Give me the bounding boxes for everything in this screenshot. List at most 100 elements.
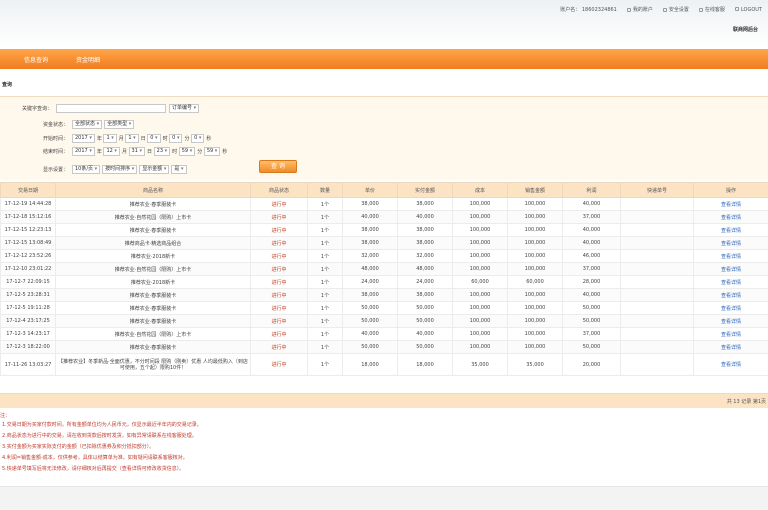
cell-price-text: 38,000 [361,292,379,298]
table-row[interactable]: 17-12-15 13:08:49 推荐商品卡·精选商品组合 进行中 1个 38,000… [0,236,768,250]
cell-action[interactable]: 查看详情 [693,288,768,302]
table-row[interactable]: 17-12-5 23:28:31 推荐农业·春季服装卡 进行中 1个 38,000 38,… [0,288,768,302]
col-qty[interactable]: 数量 [307,182,343,198]
start-month-select[interactable]: 1 [103,134,117,143]
cell-cost-text: 100,000 [469,266,491,272]
col-product[interactable]: 商品名称 [55,182,251,198]
cell-action[interactable]: 查看详情 [693,340,768,354]
table-row[interactable]: 17-12-7 22:09:15 推荐农业·2018新卡 进行中 1个 24,000 24… [0,275,768,289]
cell-action[interactable]: 查看详情 [693,301,768,315]
cell-action-text[interactable]: 查看详情 [721,319,741,325]
cell-status: 进行中 [250,210,308,224]
cell-action-text[interactable]: 查看详情 [721,332,741,338]
cell-action-text[interactable]: 查看详情 [721,228,741,234]
cell-action-text[interactable]: 查看详情 [721,306,741,312]
logout-link[interactable]: LOGOUT [734,7,762,13]
col-status[interactable]: 商品状态 [250,182,308,198]
end-day-select[interactable]: 31 [128,147,146,156]
end-year-select[interactable]: 2017 [72,147,95,156]
cell-action-text[interactable]: 查看详情 [721,202,741,208]
cell-date-text: 17-12-15 12:23:13 [4,227,52,233]
table-row[interactable]: 17-12-19 14:44:28 推荐农业·春季服装卡 进行中 1个 38,000 38… [0,197,768,211]
cell-price-text: 48,000 [361,266,379,272]
col-profit[interactable]: 利润 [562,182,621,198]
my-account-link[interactable]: 我的账户 [626,6,653,13]
status-select[interactable]: 全部状态 [72,120,103,129]
table-row[interactable]: 17-12-3 18:22:00 推荐农业·春季服装卡 进行中 1个 50,000 50,… [0,340,768,354]
table-row[interactable]: 17-12-15 12:23:13 推荐农业·春季服装卡 进行中 1个 38,000 38… [0,223,768,237]
col-paid[interactable]: 实付金额 [397,182,453,198]
cell-action[interactable]: 查看详情 [693,275,768,289]
cell-qty-text: 1个 [320,344,330,351]
cell-profit-text: 40,000 [582,240,601,246]
col-sales[interactable]: 销售金额 [507,182,563,198]
cell-action-text[interactable]: 查看详情 [721,241,741,247]
nav-item-funds[interactable]: 资金明细 [76,55,100,64]
table-row[interactable]: 17-12-18 15:12:16 推荐农业·自然花园（限购）上市卡 进行中 1个 40… [0,210,768,224]
cell-action-text[interactable]: 查看详情 [721,254,741,260]
cell-product-text: 推荐农业·2018新卡 [130,253,176,260]
cell-action[interactable]: 查看详情 [693,262,768,276]
cell-action-text[interactable]: 查看详情 [721,293,741,299]
unit-day: 日 [147,149,153,155]
col-price[interactable]: 单价 [342,182,398,198]
cell-action[interactable]: 查看详情 [693,210,768,224]
end-month-select[interactable]: 12 [103,147,120,156]
cell-price-text: 38,000 [361,201,379,207]
page-size-select[interactable]: 10条/页 [72,165,101,174]
cell-paid: 40,000 [397,327,453,341]
table-row[interactable]: 17-12-5 19:11:28 推荐农业·春季服装卡 进行中 1个 50,000 50,… [0,301,768,315]
table-row[interactable]: 17-12-3 14:23:17 推荐农业·自然花园（限购）上市卡 进行中 1个 40,… [0,327,768,341]
service-link[interactable]: 在线客服 [698,6,725,13]
cell-date: 17-12-5 23:28:31 [0,288,56,302]
end-min-select[interactable]: 59 [178,147,196,156]
type-select[interactable]: 全部类型 [104,120,135,129]
amount-select[interactable]: 显示金额 [139,165,170,174]
cell-action[interactable]: 查看详情 [693,353,768,376]
cell-tracking [620,314,694,328]
table-row[interactable]: 17-12-4 23:17:25 推荐农业·春季服装卡 进行中 1个 50,000 50,… [0,314,768,328]
start-sec-select[interactable]: 0 [191,134,205,143]
cell-qty: 1个 [307,262,343,276]
filter-panel: 关键字查询： 订单编号 资金状态： 全部状态 全部类型 开始时间： 2017年 … [0,96,768,180]
security-link[interactable]: 安全设置 [662,6,689,13]
cell-action-text[interactable]: 查看详情 [721,267,741,273]
cell-profit: 46,000 [562,249,621,263]
start-hour-select[interactable]: 0 [147,134,161,143]
start-day-select[interactable]: 1 [125,134,139,143]
end-sec-select[interactable]: 59 [203,147,221,156]
col-action[interactable]: 操作 [693,182,768,198]
chat-icon [698,7,703,12]
table-row[interactable]: 17-12-12 23:52:26 推荐农业·2018新卡 进行中 1个 32,000 3… [0,249,768,263]
cell-paid-text: 50,000 [416,344,434,350]
sort-select[interactable]: 按时间排序 [102,165,138,174]
cell-action[interactable]: 查看详情 [693,197,768,211]
cell-price-text: 24,000 [361,279,379,285]
keyword-input[interactable] [56,104,166,113]
cell-action[interactable]: 查看详情 [693,327,768,341]
yes-no-select[interactable]: 是 [171,165,187,174]
cell-action[interactable]: 查看详情 [693,236,768,250]
cell-action[interactable]: 查看详情 [693,223,768,237]
start-year-select[interactable]: 2017 [72,134,95,143]
cell-action[interactable]: 查看详情 [693,314,768,328]
col-date[interactable]: 交易日期 [0,182,56,198]
keyword-type-select[interactable]: 订单编号 [169,104,200,113]
cell-action-text[interactable]: 查看详情 [721,345,741,351]
query-button[interactable]: 查 询 [259,160,297,173]
end-hour-select[interactable]: 23 [153,147,171,156]
col-cost[interactable]: 成本 [452,182,508,198]
cell-action-text[interactable]: 查看详情 [721,215,741,221]
cell-qty-text: 1个 [320,318,330,325]
table-row[interactable]: 17-11-26 13:03:27 【推荐农业】冬季新品·全面优惠，不分时间段 限… [0,353,768,376]
table-row[interactable]: 17-12-10 23:01:22 推荐农业·自然花园（限购）上市卡 进行中 1个 48… [0,262,768,276]
pager-info[interactable]: 共 13 记录 第1页 [727,398,766,405]
nav-item-query[interactable]: 信息查询 [24,55,48,64]
cell-action-text[interactable]: 查看详情 [721,280,741,286]
cell-profit: 40,000 [562,236,621,250]
col-tracking[interactable]: 快递单号 [620,182,694,198]
cell-action[interactable]: 查看详情 [693,249,768,263]
start-min-select[interactable]: 0 [169,134,183,143]
cell-status-text: 进行中 [271,331,287,338]
cell-action-text[interactable]: 查看详情 [721,362,741,368]
